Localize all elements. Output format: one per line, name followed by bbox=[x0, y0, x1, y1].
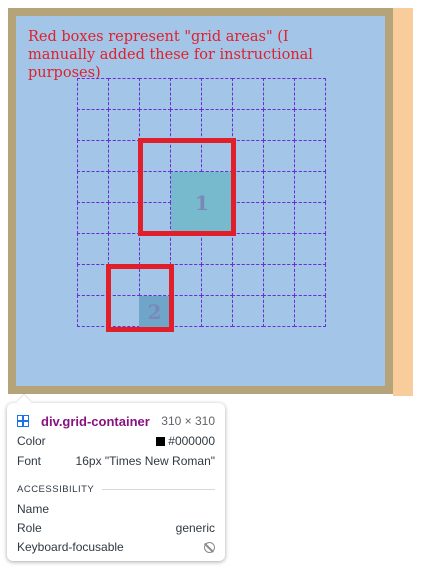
grid-cell bbox=[263, 171, 295, 203]
grid-cell bbox=[232, 78, 264, 110]
grid-cell bbox=[201, 109, 233, 141]
grid-cell bbox=[108, 140, 140, 172]
accessibility-heading: ACCESSIBILITY bbox=[17, 483, 215, 495]
grid-cell bbox=[108, 78, 140, 110]
grid-area-box-2 bbox=[106, 264, 174, 332]
grid-cell bbox=[77, 264, 109, 296]
font-value: 16px "Times New Roman" bbox=[75, 454, 215, 468]
grid-cell bbox=[263, 109, 295, 141]
color-value-wrap: #000000 bbox=[156, 434, 215, 448]
grid-cell bbox=[139, 233, 171, 265]
grid-cell bbox=[77, 171, 109, 203]
grid-cell bbox=[232, 171, 264, 203]
inspect-tooltip: div.grid-container 310 × 310 Color #0000… bbox=[7, 394, 225, 561]
keyboard-value bbox=[204, 541, 215, 553]
color-row: Color #000000 bbox=[17, 433, 215, 449]
grid-cell bbox=[108, 233, 140, 265]
grid-cell bbox=[232, 233, 264, 265]
grid-cell bbox=[170, 78, 202, 110]
role-value: generic bbox=[175, 521, 215, 535]
grid-container[interactable]: Red boxes represent "grid areas" (I manu… bbox=[8, 8, 393, 394]
grid-cell bbox=[232, 295, 264, 327]
element-size: 310 × 310 bbox=[161, 414, 215, 428]
grid-cell bbox=[263, 202, 295, 234]
grid-cell bbox=[170, 264, 202, 296]
grid-cell bbox=[77, 295, 109, 327]
grid-cell bbox=[201, 78, 233, 110]
role-label: Role bbox=[17, 521, 42, 535]
grid-cell bbox=[77, 78, 109, 110]
grid-cell bbox=[232, 202, 264, 234]
name-label: Name bbox=[17, 502, 50, 516]
grid-cell bbox=[294, 140, 326, 172]
grid-cell bbox=[263, 78, 295, 110]
accessibility-heading-text: ACCESSIBILITY bbox=[17, 483, 95, 495]
grid-cell bbox=[294, 202, 326, 234]
grid-cell bbox=[294, 109, 326, 141]
grid-cell bbox=[77, 140, 109, 172]
grid-cell bbox=[77, 233, 109, 265]
grid-cell bbox=[232, 140, 264, 172]
keyboard-label: Keyboard-focusable bbox=[17, 540, 124, 554]
peach-strip bbox=[393, 8, 413, 396]
color-label: Color bbox=[17, 434, 46, 448]
grid-cell bbox=[294, 233, 326, 265]
grid-cell bbox=[294, 295, 326, 327]
role-row: Role generic bbox=[17, 520, 215, 536]
grid-cell bbox=[170, 233, 202, 265]
grid-cell bbox=[77, 202, 109, 234]
grid-cell bbox=[108, 109, 140, 141]
color-swatch bbox=[156, 436, 166, 446]
grid-cell bbox=[139, 109, 171, 141]
keyboard-row: Keyboard-focusable bbox=[17, 539, 215, 555]
grid-cell bbox=[201, 264, 233, 296]
grid-cell bbox=[294, 264, 326, 296]
instruction-note: Red boxes represent "grid areas" (I manu… bbox=[28, 29, 313, 81]
name-row: Name bbox=[17, 501, 215, 517]
grid-cell bbox=[263, 233, 295, 265]
grid-cell bbox=[263, 140, 295, 172]
grid-cell bbox=[294, 171, 326, 203]
grid-cell bbox=[294, 78, 326, 110]
grid-cell bbox=[232, 109, 264, 141]
grid-area-box-1 bbox=[138, 138, 236, 236]
grid-cell bbox=[77, 109, 109, 141]
grid-cell bbox=[170, 109, 202, 141]
element-selector: div.grid-container bbox=[41, 413, 150, 429]
grid-cell bbox=[201, 295, 233, 327]
color-value: #000000 bbox=[168, 434, 215, 448]
grid-cell bbox=[170, 295, 202, 327]
not-focusable-icon bbox=[204, 541, 215, 553]
grid-cell bbox=[263, 295, 295, 327]
grid-cell bbox=[232, 264, 264, 296]
grid-cell bbox=[201, 233, 233, 265]
font-label: Font bbox=[17, 454, 42, 468]
grid-cell bbox=[108, 202, 140, 234]
tooltip-header: div.grid-container 310 × 310 bbox=[17, 412, 215, 430]
grid-cell bbox=[263, 264, 295, 296]
tooltip-arrow bbox=[16, 394, 32, 410]
grid-icon bbox=[17, 415, 29, 427]
font-row: Font 16px "Times New Roman" bbox=[17, 453, 215, 469]
grid-cell bbox=[108, 171, 140, 203]
grid-cell bbox=[139, 78, 171, 110]
